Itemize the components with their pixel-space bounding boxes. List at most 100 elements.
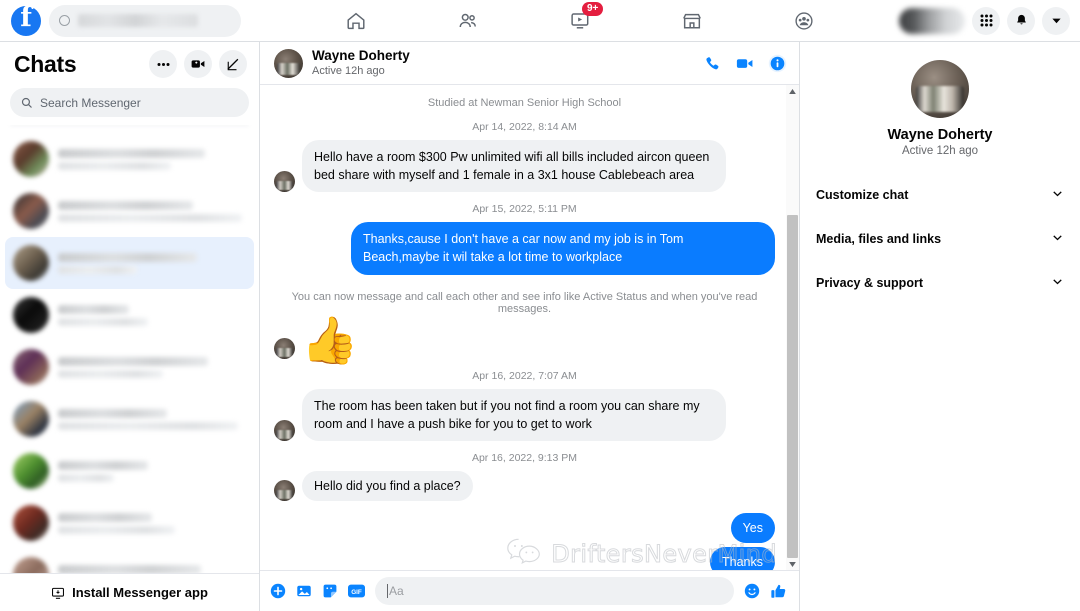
contact-status: Active 12h ago bbox=[312, 64, 385, 77]
video-icon[interactable] bbox=[735, 54, 754, 73]
chat-snippet-blur bbox=[58, 421, 239, 430]
nav-watch[interactable]: 9+ bbox=[551, 0, 609, 41]
contact-avatar[interactable] bbox=[274, 48, 303, 78]
conversation-header: Wayne Doherty Active 12h ago bbox=[260, 42, 799, 85]
chat-list-item[interactable] bbox=[5, 549, 254, 573]
section-privacy-support[interactable]: Privacy & support bbox=[816, 267, 1064, 298]
top-right-controls bbox=[899, 0, 1070, 41]
section-media-files-links[interactable]: Media, files and links bbox=[816, 223, 1064, 254]
facebook-search-input[interactable] bbox=[49, 4, 241, 37]
account-name-blurred[interactable] bbox=[899, 7, 965, 34]
apps-grid-icon[interactable] bbox=[972, 6, 1000, 35]
message-bubble[interactable]: Yes bbox=[730, 512, 775, 543]
chat-preview bbox=[58, 564, 246, 573]
chats-header: Chats bbox=[0, 42, 259, 82]
message-timestamp: Apr 16, 2022, 9:13 PM bbox=[471, 451, 578, 464]
system-message: You can now message and call each other … bbox=[291, 290, 758, 315]
account-chevron-down-icon[interactable] bbox=[1042, 6, 1070, 35]
message-input-placeholder: Aa bbox=[389, 584, 404, 598]
avatar bbox=[13, 141, 49, 177]
chat-list-item-selected[interactable] bbox=[5, 237, 254, 289]
chat-snippet-blur bbox=[58, 265, 137, 274]
photo-icon[interactable] bbox=[296, 583, 312, 599]
chat-list-item[interactable] bbox=[5, 393, 254, 445]
groups-icon bbox=[793, 10, 815, 32]
chat-name-blur bbox=[58, 408, 168, 418]
nav-friends[interactable] bbox=[439, 0, 497, 41]
avatar bbox=[13, 193, 49, 229]
chat-preview bbox=[58, 148, 246, 170]
contact-profile-photo[interactable] bbox=[911, 60, 969, 118]
chat-list-item[interactable] bbox=[5, 185, 254, 237]
avatar bbox=[274, 171, 295, 193]
section-label: Customize chat bbox=[816, 187, 909, 202]
nav-home[interactable] bbox=[327, 0, 385, 41]
chevron-down-icon bbox=[1051, 275, 1064, 291]
chat-name-blur bbox=[58, 460, 149, 470]
chat-list-item[interactable] bbox=[5, 445, 254, 497]
chat-name-blur bbox=[58, 200, 194, 210]
thumbs-up-icon[interactable] bbox=[770, 583, 787, 600]
chat-list-item[interactable] bbox=[5, 341, 254, 393]
chat-list-item[interactable] bbox=[5, 133, 254, 185]
chats-sidebar: Chats Search Messenger Install Messenger… bbox=[0, 42, 260, 611]
text-caret bbox=[387, 584, 388, 598]
avatar bbox=[13, 505, 49, 541]
new-video-call-icon[interactable] bbox=[184, 50, 212, 78]
chat-details-panel: Wayne Doherty Active 12h ago Customize c… bbox=[800, 42, 1080, 611]
message-bubble[interactable]: Hello have a room $300 Pw unlimited wifi… bbox=[302, 140, 726, 193]
message-bubble[interactable]: Hello did you find a place? bbox=[302, 470, 473, 501]
home-icon bbox=[345, 10, 367, 32]
message-row-outgoing: Yes bbox=[274, 512, 775, 543]
section-label: Media, files and links bbox=[816, 231, 942, 246]
chat-list-item[interactable] bbox=[5, 289, 254, 341]
chat-name-blur bbox=[58, 564, 201, 573]
message-timestamp: Apr 15, 2022, 5:11 PM bbox=[472, 203, 577, 216]
sticker-icon[interactable] bbox=[322, 583, 338, 599]
chevron-down-icon bbox=[1051, 231, 1064, 247]
message-bubble[interactable]: Thanks bbox=[710, 547, 775, 570]
scroll-down-icon[interactable] bbox=[786, 558, 799, 570]
message-bubble[interactable]: Thanks,cause I don't have a car now and … bbox=[351, 222, 775, 275]
message-bubble[interactable]: The room has been taken but if you not f… bbox=[302, 388, 726, 441]
chat-preview bbox=[58, 304, 246, 326]
section-customize-chat[interactable]: Customize chat bbox=[816, 179, 1064, 210]
chat-name-blur bbox=[58, 252, 198, 262]
install-messenger-app-button[interactable]: Install Messenger app bbox=[0, 573, 259, 611]
avatar bbox=[13, 401, 49, 437]
conversation-panel: Wayne Doherty Active 12h ago Studied at … bbox=[260, 42, 800, 611]
emoji-icon[interactable] bbox=[744, 583, 760, 599]
avatar bbox=[13, 453, 49, 489]
message-row-outgoing: Thanks bbox=[274, 547, 775, 570]
chat-list[interactable] bbox=[0, 125, 259, 573]
details-sections: Customize chat Media, files and links Pr… bbox=[816, 179, 1064, 298]
scrollbar-thumb[interactable] bbox=[787, 215, 798, 558]
message-scrollbar[interactable] bbox=[786, 85, 799, 570]
message-input[interactable]: Aa bbox=[375, 577, 734, 605]
search-blurred-value bbox=[78, 14, 198, 27]
message-row-incoming: Hello have a room $300 Pw unlimited wifi… bbox=[274, 140, 775, 193]
chat-preview bbox=[58, 460, 246, 482]
message-row-incoming: Hello did you find a place? bbox=[274, 470, 775, 501]
chat-snippet-blur bbox=[58, 317, 149, 326]
nav-groups[interactable] bbox=[775, 0, 833, 41]
scroll-up-icon[interactable] bbox=[786, 85, 799, 97]
compose-icon[interactable] bbox=[219, 50, 247, 78]
bell-icon[interactable] bbox=[1007, 6, 1035, 35]
contact-name[interactable]: Wayne Doherty bbox=[312, 48, 410, 65]
add-plus-icon[interactable] bbox=[270, 583, 286, 599]
avatar bbox=[274, 479, 295, 501]
facebook-logo[interactable] bbox=[11, 2, 41, 36]
chats-title: Chats bbox=[14, 50, 77, 77]
info-icon[interactable] bbox=[768, 54, 787, 73]
chat-list-item[interactable] bbox=[5, 497, 254, 549]
more-options-icon[interactable] bbox=[149, 50, 177, 78]
nav-marketplace[interactable] bbox=[663, 0, 721, 41]
top-navigation-bar: 9+ bbox=[0, 0, 1080, 42]
phone-icon[interactable] bbox=[704, 55, 721, 72]
install-messenger-app-label: Install Messenger app bbox=[72, 585, 208, 600]
search-messenger-input[interactable]: Search Messenger bbox=[10, 88, 249, 117]
gif-icon[interactable]: GIF bbox=[348, 584, 365, 598]
message-list[interactable]: Studied at Newman Senior High School Apr… bbox=[260, 85, 799, 570]
thumbs-up-sticker[interactable]: 👍 bbox=[301, 317, 358, 363]
